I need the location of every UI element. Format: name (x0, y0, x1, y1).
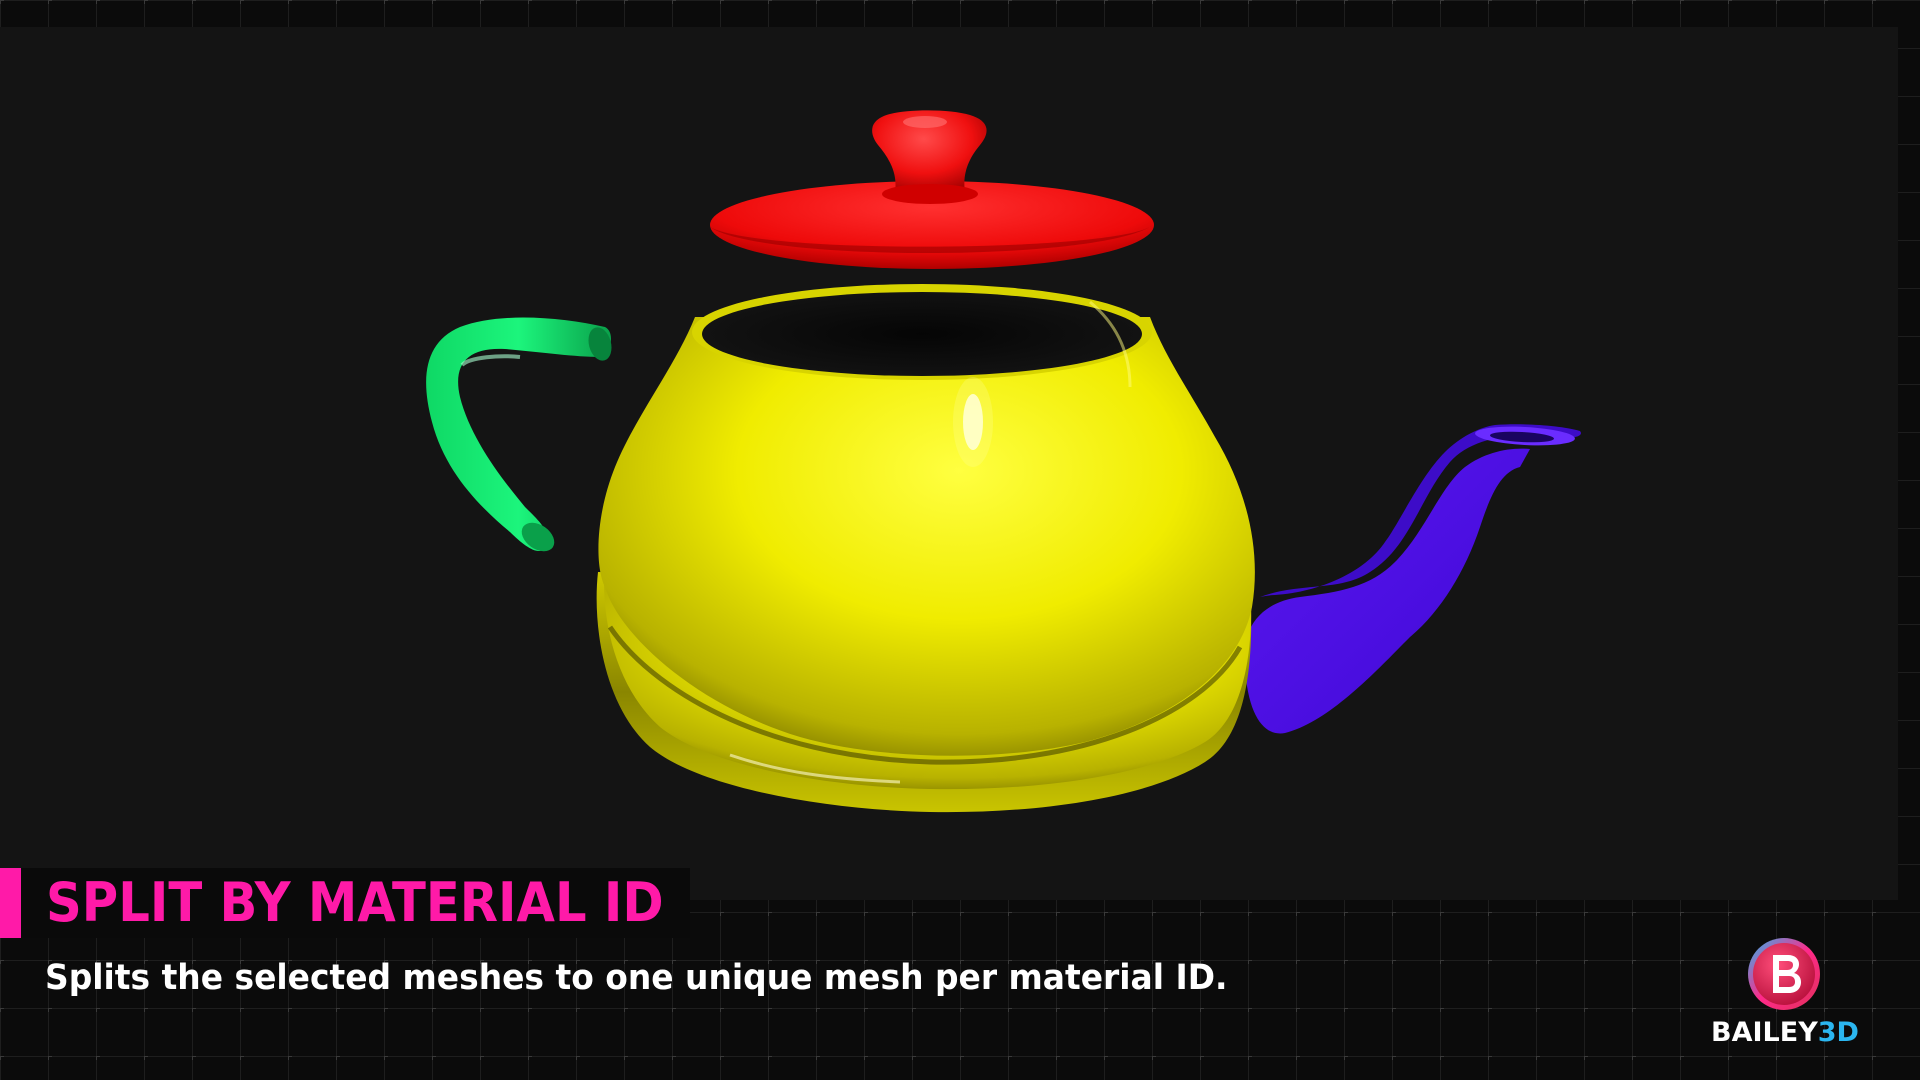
slide-title: SPLIT BY MATERIAL ID (46, 871, 664, 934)
teapot-spout (1244, 424, 1581, 734)
brand-wordmark: BAILEY3D (1700, 1016, 1870, 1050)
viewport (0, 27, 1898, 900)
title-accent-bar (0, 868, 21, 938)
brand-name-accent: 3D (1817, 1017, 1859, 1048)
title-banner: SPLIT BY MATERIAL ID (0, 868, 690, 938)
teapot-render (426, 110, 1581, 813)
brand-block: BAILEY3D (1700, 930, 1870, 1060)
teapot-handle (426, 317, 612, 552)
teapot-body (596, 284, 1255, 813)
bailey3d-logo-icon (1748, 938, 1820, 1010)
slide: SPLIT BY MATERIAL ID Splits the selected… (0, 0, 1920, 1080)
teapot-lid (710, 110, 1154, 269)
brand-name-main: BAILEY (1711, 1017, 1818, 1048)
slide-subtitle: Splits the selected meshes to one unique… (45, 958, 1228, 998)
